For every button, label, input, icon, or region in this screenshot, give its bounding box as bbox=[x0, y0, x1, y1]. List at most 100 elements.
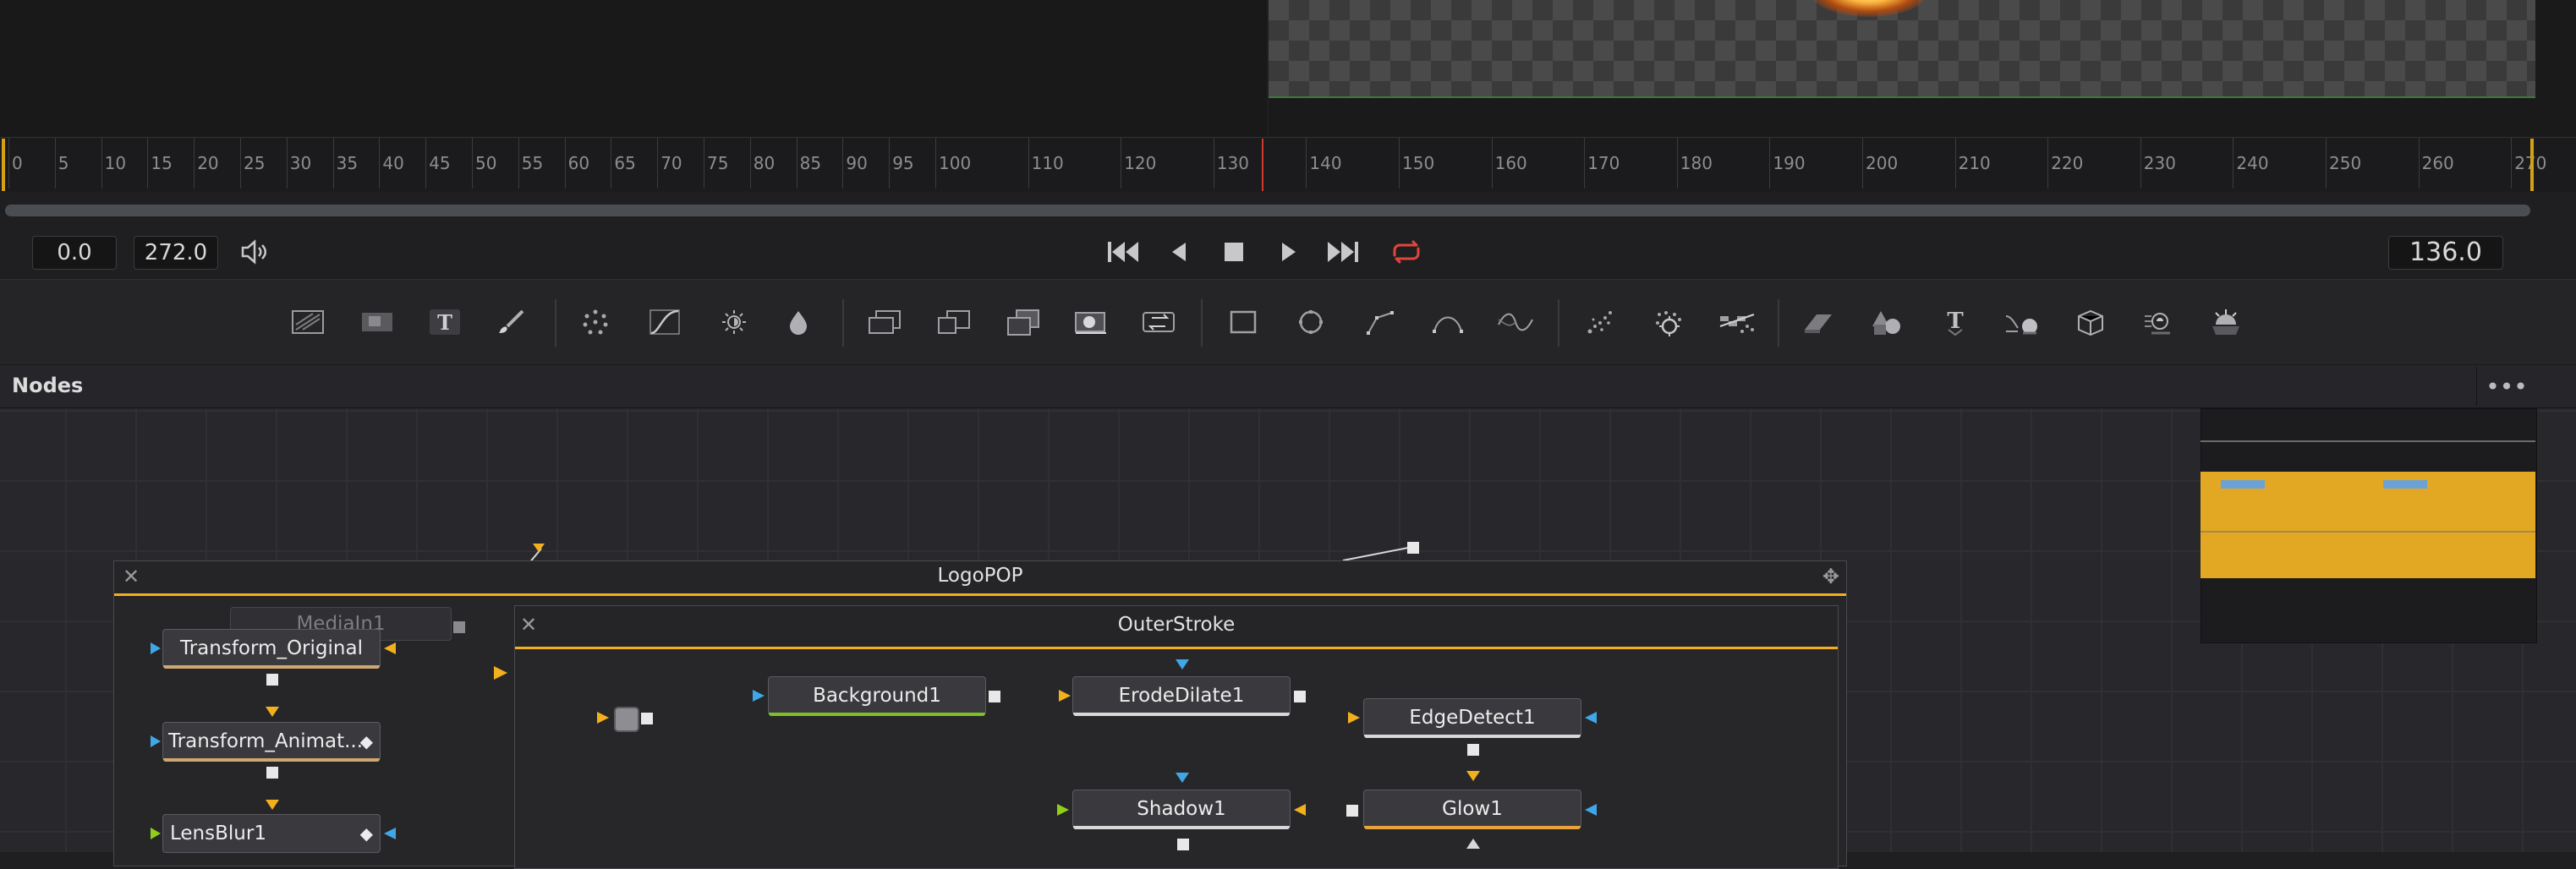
ruler-label: 150 bbox=[1402, 153, 1435, 173]
bspline-mask-icon[interactable] bbox=[1424, 301, 1472, 343]
node-transform-original[interactable]: Transform_Original bbox=[162, 629, 381, 669]
color-curves-tool-icon[interactable] bbox=[641, 301, 688, 343]
play-forward-icon[interactable] bbox=[1269, 237, 1307, 267]
output-port[interactable] bbox=[989, 691, 1000, 702]
ruler-tick bbox=[1399, 138, 1400, 189]
ellipse-mask-icon[interactable] bbox=[1287, 301, 1335, 343]
output-port[interactable] bbox=[1467, 744, 1479, 756]
image-plane-3d-icon[interactable] bbox=[1795, 301, 1842, 343]
input-port[interactable] bbox=[1174, 771, 1191, 784]
node-background[interactable]: Background1 bbox=[768, 676, 986, 716]
text-tool-icon[interactable]: T bbox=[421, 301, 469, 343]
ruler-label: 250 bbox=[2329, 153, 2362, 173]
input-port[interactable] bbox=[149, 826, 162, 841]
render-range-start-marker[interactable] bbox=[2, 139, 5, 191]
paint-tool-icon[interactable] bbox=[489, 301, 536, 343]
input-port[interactable] bbox=[1583, 710, 1598, 725]
pimage-tool-icon[interactable] bbox=[1713, 301, 1761, 343]
pemitter-tool-icon[interactable] bbox=[1576, 301, 1624, 343]
output-port[interactable] bbox=[1294, 691, 1306, 702]
nodes-options-button[interactable]: ••• bbox=[2476, 367, 2536, 406]
output-port[interactable] bbox=[266, 674, 278, 686]
ruler-tick bbox=[425, 138, 427, 189]
particles-tool-icon[interactable] bbox=[572, 301, 619, 343]
input-port[interactable] bbox=[1292, 802, 1307, 817]
input-port[interactable] bbox=[1174, 658, 1191, 671]
group-logopop-header[interactable]: ✕ LogoPOP ✥ bbox=[114, 561, 1846, 596]
prender-tool-icon[interactable] bbox=[1646, 301, 1693, 343]
go-to-end-icon[interactable] bbox=[1323, 237, 1362, 267]
group-outerstroke-header[interactable]: ✕ OuterStroke bbox=[515, 606, 1838, 649]
input-port[interactable] bbox=[1583, 802, 1598, 817]
input-port[interactable] bbox=[382, 641, 397, 656]
input-port[interactable] bbox=[149, 734, 162, 749]
output-port[interactable] bbox=[641, 713, 653, 724]
global-start-time[interactable]: 0.0 bbox=[32, 236, 117, 270]
input-port[interactable] bbox=[751, 688, 766, 703]
ruler-tick bbox=[657, 138, 659, 189]
channel-booleans-tool-icon[interactable] bbox=[930, 301, 978, 343]
playhead[interactable] bbox=[1262, 139, 1263, 191]
node-shadow[interactable]: Shadow1 bbox=[1072, 790, 1291, 829]
spline-mask-icon[interactable] bbox=[1492, 301, 1539, 343]
group-outerstroke[interactable]: ✕ OuterStroke bbox=[514, 605, 1839, 869]
input-port[interactable] bbox=[1055, 802, 1071, 817]
input-port[interactable] bbox=[595, 710, 611, 725]
group-outerstroke-title: OuterStroke bbox=[1117, 614, 1236, 636]
fast-noise-tool-icon[interactable] bbox=[354, 301, 401, 343]
render-range-end-marker[interactable] bbox=[2530, 139, 2534, 191]
input-port[interactable] bbox=[1346, 710, 1362, 725]
ruler-label: 15 bbox=[151, 153, 173, 173]
output-port[interactable] bbox=[1177, 839, 1189, 850]
background-tool-icon[interactable] bbox=[284, 301, 332, 343]
node-edgedetect[interactable]: EdgeDetect1 bbox=[1363, 698, 1581, 738]
polygon-mask-icon[interactable] bbox=[1357, 301, 1404, 343]
camera-3d-icon[interactable] bbox=[2067, 301, 2114, 343]
toolbar-separator bbox=[1778, 299, 1779, 347]
output-port[interactable] bbox=[266, 767, 278, 779]
merge-tool-icon[interactable] bbox=[861, 301, 908, 343]
global-end-time[interactable]: 272.0 bbox=[134, 236, 218, 270]
timeline-ruler[interactable]: 0 5 10 15 20 25 30 35 40 45 50 55 60 65 70 75 80 85 90 95 10… bbox=[0, 137, 2576, 192]
audio-speaker-icon[interactable] bbox=[235, 237, 274, 267]
move-icon[interactable]: ✥ bbox=[1822, 565, 1839, 588]
stop-icon[interactable] bbox=[1214, 237, 1253, 267]
output-port[interactable] bbox=[1346, 805, 1358, 817]
loop-icon[interactable] bbox=[1387, 237, 1426, 267]
output-port[interactable] bbox=[453, 621, 465, 633]
node-erodedilate[interactable]: ErodeDilate1 bbox=[1072, 676, 1291, 716]
input-port[interactable] bbox=[382, 826, 397, 841]
ruler-tick bbox=[2140, 138, 2141, 189]
ruler-tick bbox=[286, 138, 288, 189]
viewer-left[interactable] bbox=[0, 0, 1267, 137]
merge-3d-icon[interactable] bbox=[1999, 301, 2047, 343]
go-to-start-icon[interactable] bbox=[1104, 237, 1143, 267]
mask-tool-icon[interactable] bbox=[1067, 301, 1115, 343]
node-lensblur[interactable]: LensBlur1 ◆ bbox=[162, 814, 381, 853]
color-corrector-tool-icon[interactable] bbox=[775, 301, 822, 343]
pipe-router-dot[interactable] bbox=[614, 707, 639, 732]
nodes-panel-title: Nodes bbox=[12, 374, 84, 397]
rectangle-mask-icon[interactable] bbox=[1219, 301, 1267, 343]
ruler-label: 25 bbox=[244, 153, 266, 173]
input-port[interactable] bbox=[1465, 837, 1482, 850]
input-port[interactable] bbox=[1465, 769, 1482, 783]
toolbar-separator bbox=[842, 299, 844, 347]
spotlight-3d-icon[interactable] bbox=[2202, 301, 2250, 343]
input-port[interactable] bbox=[264, 705, 281, 719]
step-back-icon[interactable] bbox=[1160, 237, 1199, 267]
matte-control-tool-icon[interactable] bbox=[1000, 301, 1047, 343]
timeline-scrollbar[interactable] bbox=[5, 205, 2530, 216]
shape-3d-icon[interactable] bbox=[1864, 301, 1911, 343]
text-3d-icon[interactable]: T bbox=[1932, 301, 1979, 343]
node-transform-animat[interactable]: Transform_Animat... ◆ bbox=[162, 722, 381, 762]
node-glow[interactable]: Glow1 bbox=[1363, 790, 1581, 829]
renderer-3d-icon[interactable] bbox=[2135, 301, 2182, 343]
input-port[interactable] bbox=[149, 641, 162, 656]
input-port[interactable] bbox=[1057, 688, 1072, 703]
group-input-port[interactable] bbox=[492, 664, 509, 681]
brightness-contrast-tool-icon[interactable] bbox=[710, 301, 758, 343]
input-port[interactable] bbox=[264, 798, 281, 812]
current-time[interactable]: 136.0 bbox=[2388, 236, 2503, 270]
transform-tool-icon[interactable] bbox=[1135, 301, 1182, 343]
